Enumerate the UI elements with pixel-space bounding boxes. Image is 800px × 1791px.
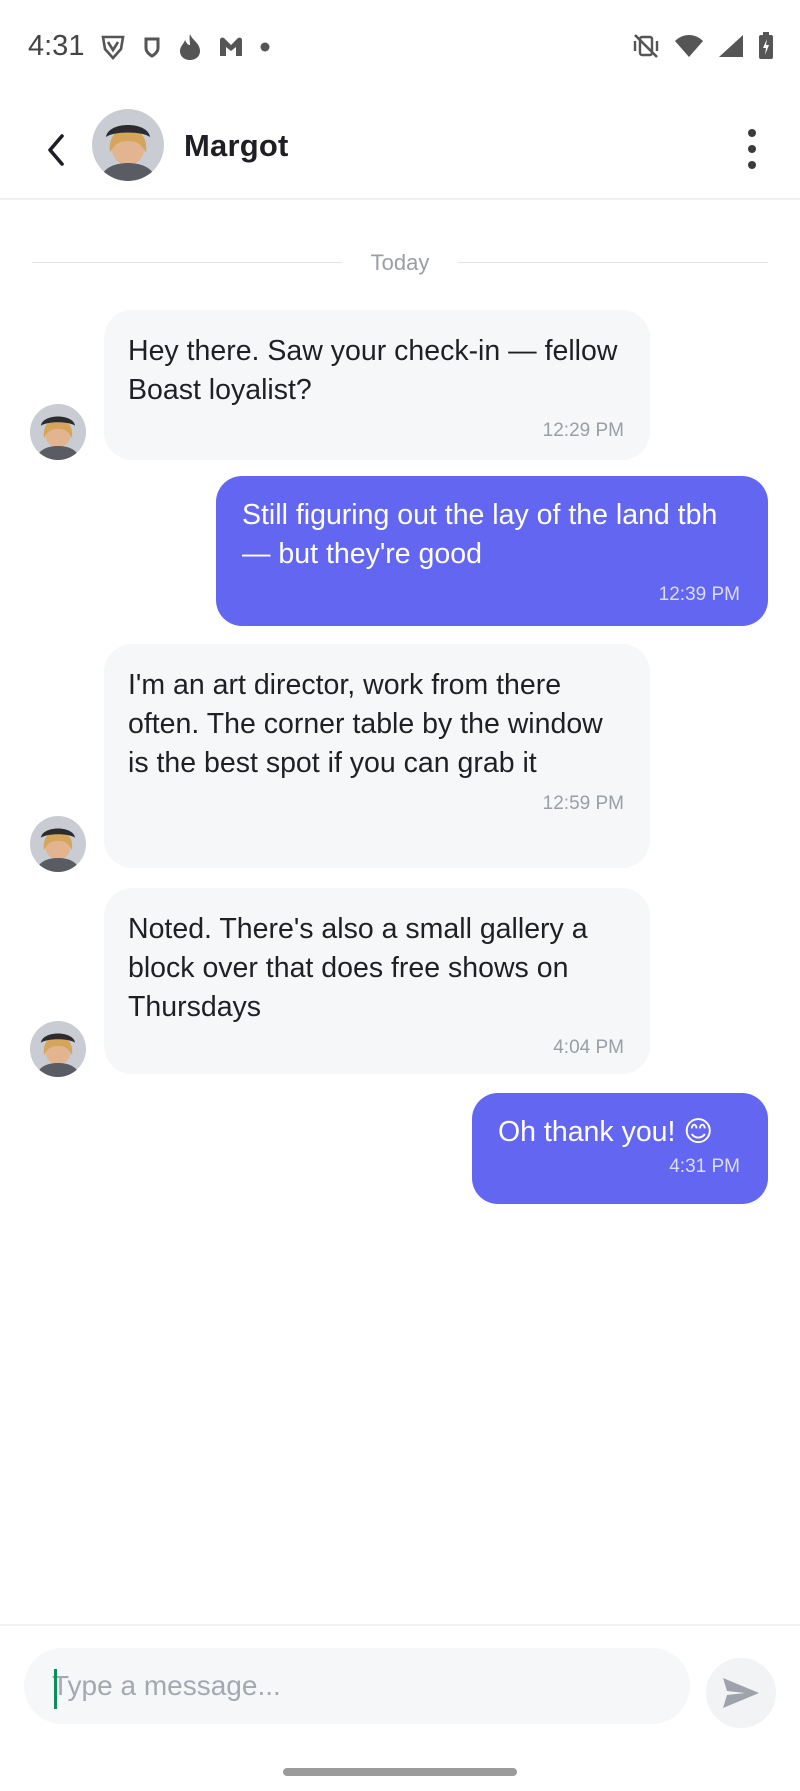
back-button[interactable] [36, 126, 76, 174]
system-icons [632, 32, 774, 60]
date-separator: Today [32, 248, 768, 278]
message-time: 12:39 PM [658, 584, 740, 605]
home-indicator[interactable] [283, 1768, 517, 1776]
dot-icon [260, 42, 270, 52]
wifi-icon [675, 35, 703, 57]
app-badge-icon [144, 37, 160, 58]
outgoing-message[interactable]: Still figuring out the lay of the land t… [216, 476, 768, 626]
message-text: Noted. There's also a small gallery a bl… [128, 913, 588, 1023]
incoming-message[interactable]: Hey there. Saw your check-in — fellow Bo… [104, 310, 650, 460]
message-composer [0, 1624, 800, 1791]
divider [458, 262, 768, 263]
status-bar: 4:31 [0, 0, 800, 100]
more-vertical-icon-dot [748, 145, 756, 153]
incoming-message[interactable]: Noted. There's also a small gallery a bl… [104, 888, 650, 1074]
contact-avatar[interactable] [92, 109, 164, 181]
date-label: Today [370, 250, 430, 275]
message-time: 12:59 PM [542, 793, 624, 814]
contact-name[interactable]: Margot [184, 128, 289, 164]
sender-avatar[interactable] [30, 404, 86, 460]
more-vertical-icon-dot [748, 161, 756, 169]
vibrate-off-icon [633, 34, 659, 58]
signal-icon [719, 35, 743, 57]
sender-avatar[interactable] [30, 1021, 86, 1077]
sender-avatar[interactable] [30, 816, 86, 872]
avatar-photo [30, 404, 86, 460]
incoming-message[interactable]: I'm an art director, work from there oft… [104, 644, 650, 868]
message-text: Oh thank you! 😊 [498, 1116, 714, 1148]
message-time: 12:29 PM [542, 420, 624, 441]
text-cursor [54, 1669, 57, 1709]
message-time: 4:31 PM [669, 1156, 740, 1177]
message-input-container[interactable] [24, 1648, 690, 1724]
outgoing-message[interactable]: Oh thank you! 😊 4:31 PM [472, 1093, 768, 1204]
flame-icon [180, 34, 200, 60]
message-text: Hey there. Saw your check-in — fellow Bo… [128, 335, 618, 406]
message-input[interactable] [52, 1648, 652, 1724]
message-time: 4:04 PM [553, 1037, 624, 1058]
avatar-photo [30, 1021, 86, 1077]
avatar-photo [92, 109, 164, 181]
message-text: Still figuring out the lay of the land t… [242, 499, 718, 570]
app-m-icon [220, 37, 242, 56]
avatar-photo [30, 816, 86, 872]
battery-charging-icon [759, 32, 773, 59]
message-text: I'm an art director, work from there oft… [128, 669, 603, 779]
more-vertical-icon [748, 129, 756, 137]
status-time: 4:31 [28, 30, 85, 62]
send-button[interactable] [706, 1658, 776, 1728]
vpn-shield-icon [101, 35, 125, 60]
chevron-left-icon [48, 134, 64, 166]
send-icon [723, 1678, 759, 1708]
notification-icons [100, 33, 270, 61]
more-options-button[interactable] [740, 124, 764, 174]
chat-header: Margot [0, 100, 800, 200]
